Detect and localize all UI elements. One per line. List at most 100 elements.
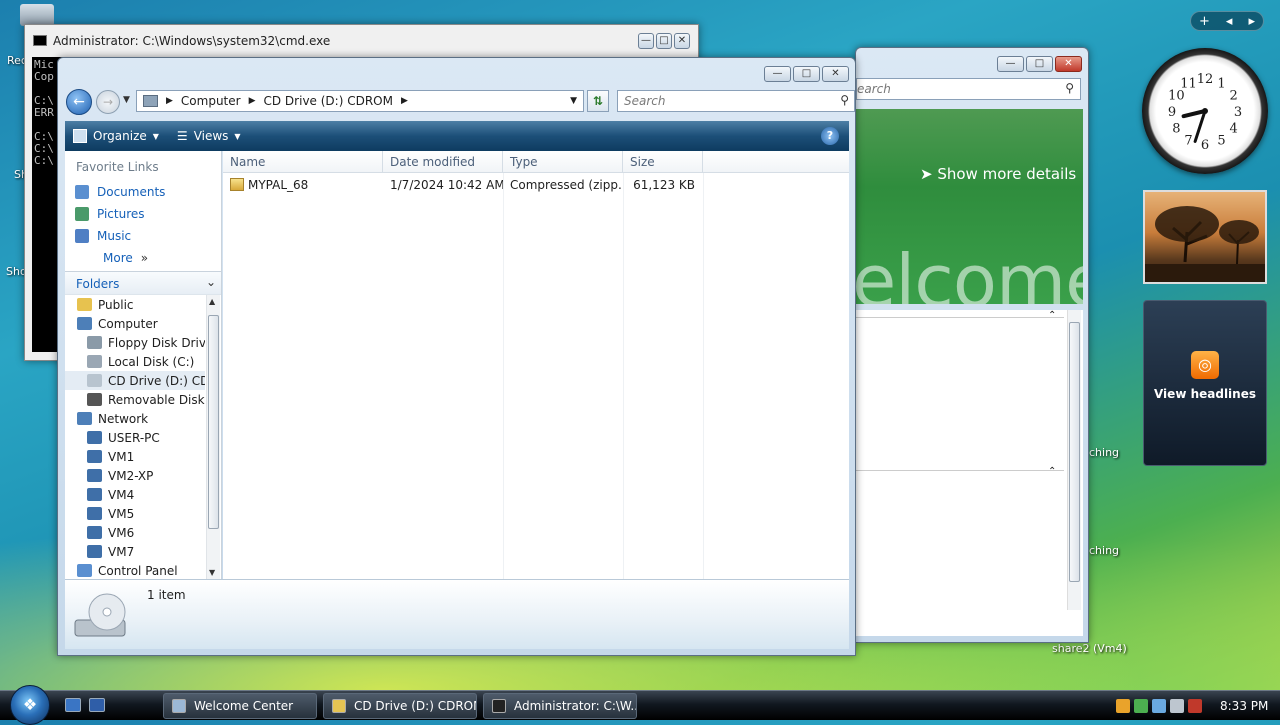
tree-item[interactable]: VM4: [65, 485, 205, 504]
minimize-button[interactable]: —: [638, 33, 654, 49]
sidebar-controls[interactable]: + ◂ ▸: [1190, 11, 1264, 31]
desktop-icon-recycle-bin[interactable]: [20, 4, 54, 26]
clock-numeral: 11: [1180, 76, 1197, 91]
tree-item[interactable]: Control Panel: [65, 561, 205, 579]
favorite-link[interactable]: Music: [65, 225, 221, 247]
prev-icon[interactable]: ◂: [1226, 14, 1233, 29]
close-button[interactable]: ✕: [1055, 56, 1082, 72]
address-row: ← → ▼ ▶ Computer ▶ CD Drive (D:) CDROM ▶…: [66, 88, 855, 116]
favorite-label: More: [103, 251, 133, 265]
address-dropdown-icon[interactable]: ▼: [570, 96, 577, 106]
favorite-label: Documents: [97, 185, 166, 199]
scroll-up-icon[interactable]: ▲: [209, 297, 215, 306]
tree-item[interactable]: USER-PC: [65, 428, 205, 447]
folders-header[interactable]: Folders ⌄: [65, 271, 221, 295]
minimize-button[interactable]: —: [997, 56, 1024, 72]
taskbar-button[interactable]: CD Drive (D:) CDROM: [323, 693, 477, 719]
recent-pages-dropdown[interactable]: ▼: [123, 95, 130, 105]
scroll-thumb[interactable]: [1069, 322, 1080, 582]
back-button[interactable]: ←: [66, 89, 92, 115]
network-tray-icon[interactable]: [1152, 699, 1166, 713]
next-icon[interactable]: ▸: [1248, 14, 1255, 29]
refresh-button[interactable]: ⇅: [587, 90, 609, 112]
welcome-search-input[interactable]: earch ⚲: [856, 78, 1081, 100]
column-type[interactable]: Type: [503, 151, 623, 172]
volume-muted-icon[interactable]: [1188, 699, 1202, 713]
clock-gadget[interactable]: 12 1 2 3 4 5 6 7 8 9 10 11: [1142, 48, 1268, 174]
show-desktop-icon[interactable]: [65, 698, 81, 712]
favorite-link[interactable]: More »: [65, 247, 221, 269]
views-button[interactable]: ☰ Views ▼: [177, 129, 241, 143]
close-button[interactable]: ✕: [822, 66, 849, 82]
tree-item[interactable]: Computer: [65, 314, 205, 333]
feed-headlines-gadget[interactable]: ◎ View headlines: [1143, 300, 1267, 466]
taskbar-button[interactable]: Welcome Center: [163, 693, 317, 719]
welcome-center-window[interactable]: — □ ✕ earch ⚲ ➤ Show more details elcome…: [855, 47, 1089, 643]
maximize-button[interactable]: □: [793, 66, 820, 82]
breadcrumb-sep-icon[interactable]: ▶: [401, 96, 408, 106]
favorite-link[interactable]: Documents: [65, 181, 221, 203]
tree-item[interactable]: VM1: [65, 447, 205, 466]
clock-time[interactable]: 8:33 PM: [1220, 699, 1268, 713]
search-icon[interactable]: ⚲: [1065, 81, 1074, 95]
tree-item-label: VM4: [108, 487, 135, 502]
display-icon[interactable]: [1170, 699, 1184, 713]
update-icon[interactable]: [1134, 699, 1148, 713]
tree-item[interactable]: Local Disk (C:): [65, 352, 205, 371]
scroll-down-icon[interactable]: ▼: [209, 568, 215, 577]
taskbar-button[interactable]: Administrator: C:\W...: [483, 693, 637, 719]
show-more-details-link[interactable]: ➤ Show more details: [920, 165, 1076, 183]
tree-item[interactable]: Network: [65, 409, 205, 428]
minimize-button[interactable]: —: [764, 66, 791, 82]
favorite-link[interactable]: Pictures: [65, 203, 221, 225]
welcome-scrollbar[interactable]: [1067, 310, 1081, 610]
shield-icon[interactable]: [1116, 699, 1130, 713]
column-date-modified[interactable]: Date modified: [383, 151, 503, 172]
maximize-button[interactable]: □: [656, 33, 672, 49]
explorer-search-input[interactable]: Search ⚲: [617, 90, 855, 112]
slideshow-gadget[interactable]: [1143, 190, 1267, 284]
tree-item[interactable]: VM6: [65, 523, 205, 542]
pc-icon: [87, 469, 102, 482]
tree-item[interactable]: Floppy Disk Drive (: [65, 333, 205, 352]
maximize-button[interactable]: □: [1026, 56, 1053, 72]
tree-item[interactable]: VM7: [65, 542, 205, 561]
organize-icon: [73, 129, 87, 143]
switch-windows-icon[interactable]: [89, 698, 105, 712]
welcome-watermark: elcome: [856, 239, 1083, 304]
start-button[interactable]: ❖: [10, 685, 50, 725]
add-gadget-icon[interactable]: +: [1199, 14, 1210, 29]
column-headers: Name Date modified Type Size: [223, 151, 849, 173]
tree-item[interactable]: VM2-XP: [65, 466, 205, 485]
taskbar-button-label: Welcome Center: [194, 699, 294, 713]
folder-tree-scrollbar[interactable]: ▲ ▼: [206, 295, 220, 579]
tree-item[interactable]: VM5: [65, 504, 205, 523]
search-icon[interactable]: ⚲: [840, 93, 849, 107]
view-headlines-label[interactable]: View headlines: [1144, 387, 1266, 401]
scroll-thumb[interactable]: [208, 315, 219, 529]
organize-button[interactable]: Organize ▼: [73, 129, 159, 143]
clock-numeral: 12: [1197, 72, 1214, 87]
forward-button[interactable]: →: [96, 90, 120, 114]
breadcrumb-sep-icon[interactable]: ▶: [166, 96, 173, 106]
address-bar[interactable]: ▶ Computer ▶ CD Drive (D:) CDROM ▶ ▼: [136, 90, 584, 112]
collapse-icon[interactable]: ⌃: [1048, 310, 1056, 321]
column-size[interactable]: Size: [623, 151, 703, 172]
column-name[interactable]: Name: [223, 151, 383, 172]
tree-item[interactable]: CD Drive (D:) CDRO: [65, 371, 205, 390]
clock-numeral: 9: [1168, 105, 1176, 120]
breadcrumb-cd-drive[interactable]: CD Drive (D:) CDROM: [264, 94, 393, 108]
file-name: MYPAL_68: [223, 178, 383, 192]
cmd-titlebar[interactable]: Administrator: C:\Windows\system32\cmd.e…: [25, 25, 698, 57]
welcome-caption-buttons: — □ ✕: [997, 56, 1082, 72]
explorer-window[interactable]: — □ ✕ ← → ▼ ▶ Computer ▶ CD Drive (D:) C…: [57, 57, 856, 656]
file-row[interactable]: MYPAL_68 1/7/2024 10:42 AM Compressed (zip…: [223, 175, 849, 195]
close-button[interactable]: ✕: [674, 33, 690, 49]
breadcrumb-sep-icon[interactable]: ▶: [249, 96, 256, 106]
help-button[interactable]: ?: [821, 127, 839, 145]
breadcrumb-computer[interactable]: Computer: [181, 94, 241, 108]
tree-item-label: VM5: [108, 506, 135, 521]
tree-item[interactable]: Removable Disk (E: [65, 390, 205, 409]
collapse-icon[interactable]: ⌃: [1048, 466, 1056, 477]
tree-item[interactable]: Public: [65, 295, 205, 314]
